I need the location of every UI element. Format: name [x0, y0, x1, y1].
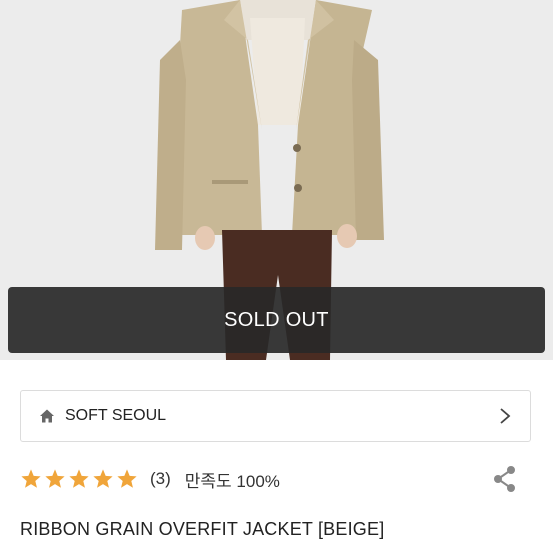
star-icon [93, 469, 113, 488]
chevron-right-icon [500, 408, 511, 424]
sold-out-banner: SOLD OUT [8, 287, 545, 353]
home-icon [40, 409, 54, 423]
star-rating[interactable] [20, 468, 138, 490]
product-image[interactable]: SOLD OUT [0, 0, 553, 360]
brand-name: SOFT SEOUL [65, 407, 167, 424]
star-icon [45, 469, 65, 488]
brand-link[interactable]: SOFT SEOUL [20, 390, 531, 442]
share-icon[interactable] [491, 464, 519, 494]
product-title: RIBBON GRAIN OVERFIT JACKET [BEIGE] [20, 519, 385, 539]
satisfaction-score: 만족도 100% [184, 471, 280, 491]
star-icon [21, 469, 41, 488]
review-count[interactable]: (3) [150, 469, 171, 489]
star-icon [69, 469, 89, 488]
star-icon [117, 469, 137, 488]
sold-out-label: SOLD OUT [224, 308, 329, 331]
rating-row: (3) 만족도 100% [20, 462, 531, 496]
